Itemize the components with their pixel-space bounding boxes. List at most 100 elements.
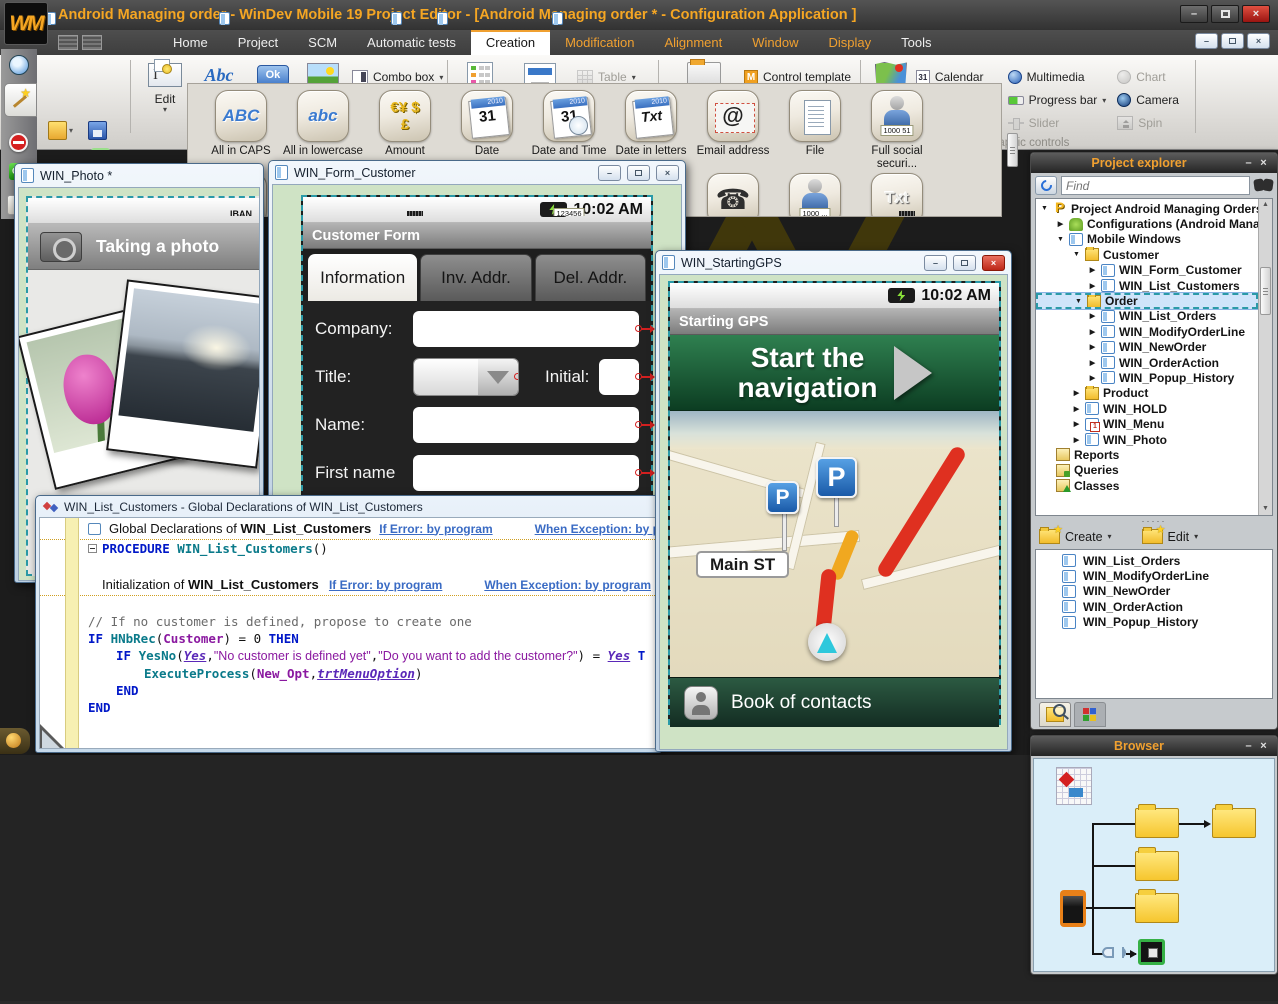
window-win-form-customer[interactable]: WIN_Form_Customer – × 10:02 AM Customer … [268, 160, 686, 532]
tree-item[interactable]: Classes [1036, 478, 1258, 493]
panel-title-bar[interactable]: Browser – × [1031, 736, 1277, 756]
if-error-link[interactable]: If Error: by program [329, 578, 442, 592]
panel-close-button[interactable]: × [1256, 740, 1271, 753]
project-browser-diagram[interactable] [1033, 758, 1275, 972]
binoculars-search-icon[interactable] [1254, 179, 1273, 192]
menu-item[interactable]: Home [158, 30, 223, 55]
tree-item[interactable]: Queries [1036, 463, 1258, 478]
list-item[interactable]: WIN_NewOrder [1036, 584, 1272, 599]
map-preview[interactable]: P P Main ST [670, 411, 999, 677]
expander-icon[interactable]: ▶ [1072, 389, 1081, 397]
code-line[interactable]: // If no customer is defined, propose to… [40, 613, 657, 630]
customer-form-phone[interactable]: 10:02 AM Customer Form Information Inv. … [301, 195, 653, 530]
find-input[interactable] [1061, 176, 1250, 195]
menu-item[interactable]: Creation [471, 30, 550, 55]
when-exception-link[interactable]: When Exception: by program [484, 578, 651, 592]
combo-dropdown-icon[interactable] [478, 359, 518, 395]
form-tab[interactable]: Del. Addr. [535, 254, 646, 301]
tree-item[interactable]: ▼ Customer [1036, 247, 1258, 262]
preset-control-item[interactable]: Txt [856, 173, 938, 217]
start-navigation-button[interactable]: Start thenavigation [670, 335, 999, 411]
mdi-restore-button[interactable] [1221, 33, 1244, 49]
book-of-contacts-button[interactable]: Book of contacts [670, 677, 999, 727]
expander-icon[interactable]: ▶ [1072, 405, 1081, 413]
folder-node[interactable] [1212, 808, 1256, 838]
menu-item[interactable]: Display [814, 30, 887, 55]
code-line[interactable]: END [40, 682, 657, 699]
panel-title-bar[interactable]: Project explorer – × [1031, 153, 1277, 173]
expander-icon[interactable]: ▼ [1074, 298, 1083, 305]
window-list-icon[interactable] [82, 35, 102, 50]
tree-item[interactable]: ▶ Product [1036, 386, 1258, 401]
keyboard-shortcut-icon[interactable] [58, 35, 78, 50]
menu-item[interactable]: Project [223, 30, 293, 55]
child-maximize-button[interactable] [627, 165, 650, 181]
expander-icon[interactable]: ▶ [1072, 436, 1081, 444]
preset-control-item[interactable]: @ Email address [692, 90, 774, 171]
explorer-tab-search[interactable] [1039, 702, 1071, 727]
expander-icon[interactable]: ▶ [1088, 343, 1097, 351]
window-win-startinggps[interactable]: WIN_StartingGPS – × 10:02 AM Starting GP… [655, 250, 1012, 752]
menu-item[interactable]: Alignment [649, 30, 737, 55]
panel-minimize-button[interactable]: – [1241, 157, 1256, 170]
code-line[interactable]: PROCEDURE WIN_List_Customers() [40, 540, 657, 557]
folder-node[interactable] [1135, 851, 1179, 881]
tree-item[interactable]: ▼ Mobile Windows [1036, 232, 1258, 247]
code-line[interactable]: END [40, 699, 657, 716]
splitter-handle[interactable] [1031, 516, 1277, 526]
preset-control-item[interactable]: €¥ $£ Amount [364, 90, 446, 171]
collapsed-pane-handle[interactable] [0, 728, 30, 754]
child-close-button[interactable]: × [656, 165, 679, 181]
ribbon-small-button[interactable]: Progress bar▾ [1008, 90, 1118, 110]
tree-item[interactable]: ▶ WIN_Popup_History [1036, 370, 1258, 385]
expander-icon[interactable]: ▼ [1056, 236, 1065, 243]
ribbon-small-button[interactable]: Multimedia [1008, 67, 1118, 87]
analysis-icon[interactable] [1056, 767, 1092, 805]
expander-icon[interactable]: ▶ [1088, 328, 1097, 336]
window-minimize-button[interactable]: – [1180, 5, 1208, 23]
explorer-tab-components[interactable] [1074, 702, 1106, 727]
create-button[interactable]: Create▾ [1039, 529, 1112, 544]
tree-item[interactable]: ▶ WIN_Menu [1036, 416, 1258, 431]
form-tab[interactable]: Information [308, 254, 417, 301]
tree-item[interactable]: ▶ WIN_HOLD [1036, 401, 1258, 416]
panel-minimize-button[interactable]: – [1241, 740, 1256, 753]
preset-control-item[interactable]: 2010 31 Date and Time [528, 90, 610, 171]
panel-close-button[interactable]: × [1256, 157, 1271, 170]
android-emulator-node[interactable] [1138, 939, 1165, 965]
folder-node[interactable] [1135, 808, 1179, 838]
no-entry-icon[interactable] [9, 133, 28, 152]
list-item[interactable]: WIN_List_Orders [1036, 553, 1272, 568]
open-button[interactable]: ▾ [48, 115, 88, 145]
title-combo[interactable] [413, 358, 519, 396]
when-exception-link[interactable]: When Exception: by program [535, 522, 657, 536]
code-editor[interactable]: Global Declarations of WIN_List_Customer… [39, 517, 658, 749]
child-close-button[interactable]: × [982, 255, 1005, 271]
expander-icon[interactable]: ▶ [1072, 420, 1081, 428]
mdi-close-button[interactable]: × [1247, 33, 1270, 49]
tree-item[interactable]: ▶ WIN_NewOrder [1036, 340, 1258, 355]
tree-item[interactable]: ▼ Project Android Managing Orders [1036, 201, 1258, 216]
list-item[interactable]: WIN_OrderAction [1036, 599, 1272, 614]
tree-item[interactable]: ▶ WIN_ModifyOrderLine [1036, 324, 1258, 339]
tree-item[interactable]: ▶ WIN_OrderAction [1036, 355, 1258, 370]
tree-item[interactable]: ▶ WIN_Photo [1036, 432, 1258, 447]
globe-icon[interactable] [9, 55, 29, 75]
child-minimize-button[interactable]: – [598, 165, 621, 181]
ribbon-small-button[interactable]: Slider [1008, 113, 1118, 133]
company-input[interactable] [413, 311, 639, 347]
code-line[interactable]: IF HNbRec(Customer) = 0 THEN [40, 630, 657, 647]
expander-icon[interactable]: ▶ [1088, 312, 1097, 320]
preset-control-item[interactable]: abc All in lowercase [282, 90, 364, 171]
list-item[interactable]: WIN_ModifyOrderLine [1036, 568, 1272, 583]
menu-item[interactable]: SCM [293, 30, 352, 55]
expander-icon[interactable]: ▶ [1088, 359, 1097, 367]
window-close-button[interactable]: × [1242, 5, 1270, 23]
tree-item[interactable]: Reports [1036, 447, 1258, 462]
mdi-minimize-button[interactable]: – [1195, 33, 1218, 49]
expander-icon[interactable]: ▼ [1072, 251, 1081, 258]
preset-control-item[interactable]: File [774, 90, 856, 171]
expander-icon[interactable]: ▼ [1040, 205, 1049, 212]
link-icon[interactable] [1102, 947, 1126, 958]
menu-item[interactable]: Window [737, 30, 813, 55]
